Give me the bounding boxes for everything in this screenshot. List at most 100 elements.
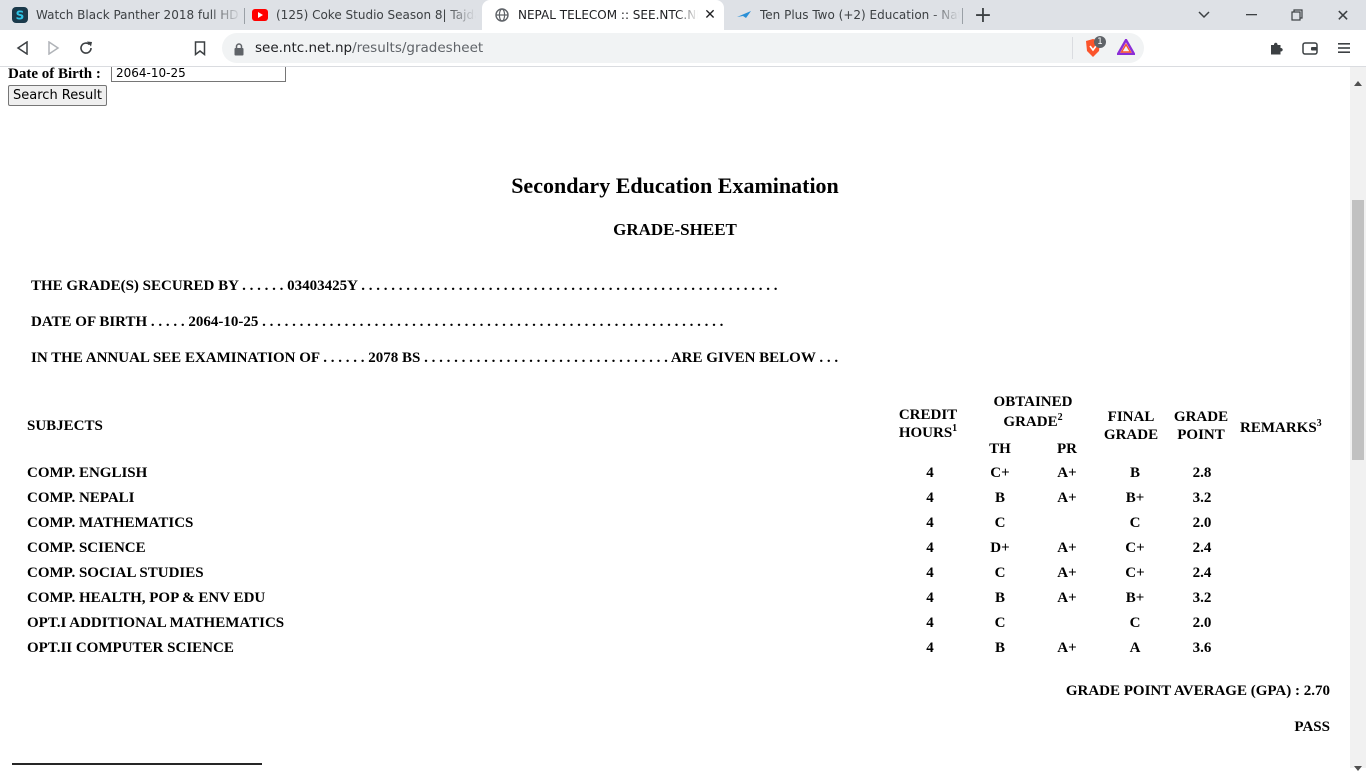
final-grade-cell: C bbox=[1129, 615, 1141, 631]
address-bar[interactable]: see.ntc.net.np/results/gradesheet 1 bbox=[222, 33, 1144, 63]
gpa-label: GRADE POINT AVERAGE (GPA) : bbox=[1065, 683, 1300, 699]
subject-cell: OPT.I ADDITIONAL MATHEMATICS bbox=[27, 615, 285, 631]
tab-separator bbox=[962, 8, 963, 24]
page-content: Date of Birth : Search Result Secondary … bbox=[0, 67, 1350, 768]
subject-cell: COMP. ENGLISH bbox=[27, 465, 148, 481]
back-arrow-icon[interactable] bbox=[10, 36, 34, 60]
gradesheet-subtitle: GRADE-SHEET bbox=[613, 220, 737, 239]
final-grade-cell: C bbox=[1129, 515, 1141, 531]
brave-rewards-icon[interactable] bbox=[1115, 37, 1137, 57]
subject-cell: COMP. MATHEMATICS bbox=[27, 515, 194, 531]
subject-cell: COMP. HEALTH, POP & ENV EDU bbox=[27, 590, 266, 606]
header-credit-hours: CREDIT HOURS1 bbox=[898, 407, 958, 441]
header-grade-point: GRADE POINT bbox=[1173, 409, 1229, 443]
subject-cell: COMP. SCIENCE bbox=[27, 540, 146, 556]
url-host: see.ntc.net.np bbox=[255, 40, 353, 56]
lock-icon bbox=[234, 41, 244, 60]
wallet-icon[interactable] bbox=[1298, 36, 1322, 60]
th-grade-cell: B bbox=[994, 590, 1005, 606]
scrollbar-thumb[interactable] bbox=[1352, 200, 1364, 460]
close-tab-icon[interactable]: ✕ bbox=[702, 7, 718, 23]
scroll-up-arrow-icon[interactable] bbox=[1354, 71, 1362, 90]
tab-nepal-telecom[interactable]: NEPAL TELECOM :: SEE.NTC.NET.NP ✕ bbox=[482, 0, 724, 30]
plane-icon bbox=[736, 7, 752, 23]
gpa-line: GRADE POINT AVERAGE (GPA) : 2.70 bbox=[1066, 683, 1330, 700]
header-obtained-grade: OBTAINED GRADE2 bbox=[993, 394, 1073, 430]
pr-grade-cell: A+ bbox=[1057, 465, 1077, 481]
th-grade-cell: B bbox=[994, 640, 1005, 656]
final-grade-cell: C+ bbox=[1125, 540, 1145, 556]
page-scrollbar[interactable] bbox=[1350, 67, 1366, 771]
subject-cell: COMP. NEPALI bbox=[27, 490, 135, 506]
credit-cell: 4 bbox=[926, 615, 934, 631]
url-path: /results/gradesheet bbox=[352, 40, 484, 56]
close-window-icon[interactable]: ✕ bbox=[1331, 5, 1355, 25]
final-grade-cell: B+ bbox=[1125, 590, 1145, 606]
exam-year: 2078 BS bbox=[368, 350, 421, 366]
header-th: TH bbox=[989, 441, 1011, 457]
shields-count-badge: 1 bbox=[1094, 36, 1106, 48]
scroll-down-arrow-icon[interactable] bbox=[1354, 756, 1362, 775]
pr-grade-cell: A+ bbox=[1057, 640, 1077, 656]
bookmark-icon[interactable] bbox=[188, 36, 212, 60]
reload-icon[interactable] bbox=[74, 36, 98, 60]
brave-shields-icon[interactable]: 1 bbox=[1084, 36, 1106, 58]
credit-cell: 4 bbox=[926, 590, 934, 606]
new-tab-button[interactable]: + bbox=[970, 3, 996, 28]
tab-strip: S Watch Black Panther 2018 full HD on S … bbox=[0, 0, 1366, 30]
tab-ten-plus-two[interactable]: Ten Plus Two (+2) Education - Nationa bbox=[724, 0, 962, 30]
result-status: PASS bbox=[1294, 719, 1330, 735]
grade-point-cell: 2.8 bbox=[1192, 465, 1212, 481]
svg-text:S: S bbox=[16, 9, 25, 23]
th-grade-cell: C bbox=[994, 515, 1006, 531]
secured-by-line: THE GRADE(S) SECURED BY . . . . . . 0340… bbox=[31, 278, 778, 294]
minimize-button[interactable] bbox=[1240, 5, 1264, 25]
grade-point-cell: 2.4 bbox=[1192, 540, 1212, 556]
grade-point-cell: 3.2 bbox=[1192, 490, 1212, 506]
restore-button[interactable] bbox=[1285, 5, 1309, 25]
th-grade-cell: D+ bbox=[990, 540, 1010, 556]
tab-black-panther[interactable]: S Watch Black Panther 2018 full HD on S bbox=[0, 0, 243, 30]
footnote-cutoff bbox=[12, 759, 262, 768]
url-text[interactable]: see.ntc.net.np/results/gradesheet bbox=[255, 40, 483, 56]
gpa-value: 2.70 bbox=[1303, 683, 1330, 699]
dob-label: Date of Birth : bbox=[8, 67, 101, 82]
tab-title: (125) Coke Studio Season 8| Tajdar-e-H bbox=[276, 8, 476, 22]
dob-input[interactable] bbox=[111, 67, 286, 82]
subject-cell: COMP. SOCIAL STUDIES bbox=[27, 565, 204, 581]
credit-cell: 4 bbox=[926, 640, 934, 656]
globe-icon bbox=[494, 7, 510, 23]
header-pr: PR bbox=[1057, 441, 1077, 457]
tab-coke-studio[interactable]: (125) Coke Studio Season 8| Tajdar-e-H bbox=[240, 0, 482, 30]
grade-point-cell: 2.0 bbox=[1192, 515, 1212, 531]
pr-grade-cell: A+ bbox=[1057, 565, 1077, 581]
th-grade-cell: C+ bbox=[990, 465, 1010, 481]
grade-point-cell: 3.2 bbox=[1192, 590, 1212, 606]
header-remarks: REMARKS3 bbox=[1240, 418, 1322, 437]
th-grade-cell: B bbox=[994, 490, 1005, 506]
search-result-button[interactable]: Search Result bbox=[8, 85, 107, 106]
menu-hamburger-icon[interactable] bbox=[1332, 36, 1356, 60]
dob-value: 2064-10-25 bbox=[188, 314, 259, 330]
th-grade-cell: C bbox=[994, 565, 1006, 581]
grade-point-cell: 2.0 bbox=[1192, 615, 1212, 631]
pr-grade-cell: A+ bbox=[1057, 590, 1077, 606]
forward-arrow-icon[interactable] bbox=[42, 36, 66, 60]
extensions-puzzle-icon[interactable] bbox=[1264, 36, 1288, 60]
tab-title: NEPAL TELECOM :: SEE.NTC.NET.NP bbox=[518, 8, 698, 22]
site-s-icon: S bbox=[12, 7, 28, 23]
th-grade-cell: C bbox=[994, 615, 1006, 631]
tab-title: Watch Black Panther 2018 full HD on S bbox=[36, 8, 241, 22]
subject-cell: OPT.II COMPUTER SCIENCE bbox=[27, 640, 234, 656]
youtube-icon bbox=[252, 7, 268, 23]
final-grade-cell: B+ bbox=[1125, 490, 1145, 506]
grade-point-cell: 3.6 bbox=[1192, 640, 1212, 656]
browser-toolbar: see.ntc.net.np/results/gradesheet 1 bbox=[0, 30, 1366, 67]
final-grade-cell: A bbox=[1129, 640, 1141, 656]
credit-cell: 4 bbox=[926, 490, 934, 506]
grade-point-cell: 2.4 bbox=[1192, 565, 1212, 581]
exam-title: Secondary Education Examination bbox=[511, 173, 839, 198]
pr-grade-cell: A+ bbox=[1057, 490, 1077, 506]
tab-search-chevron-icon[interactable] bbox=[1192, 5, 1216, 25]
tab-title: Ten Plus Two (+2) Education - Nationa bbox=[760, 8, 960, 22]
